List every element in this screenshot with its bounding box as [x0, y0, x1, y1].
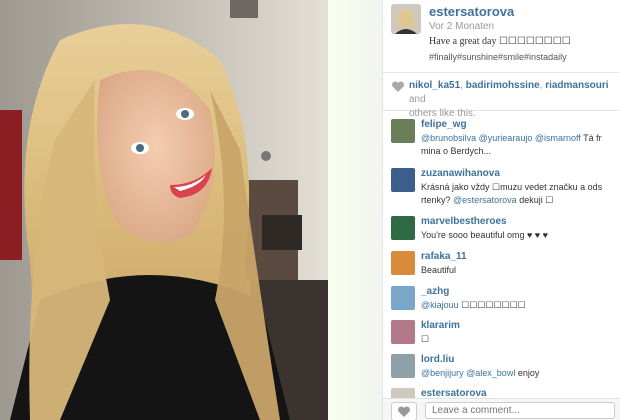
liker-link[interactable]: riadmansouri [545, 80, 608, 91]
comment-avatar[interactable] [391, 216, 415, 240]
post-username[interactable]: estersatorova [429, 4, 514, 19]
comment-text: @kiajouu ☐☐☐☐☐☐☐☐ [421, 299, 620, 312]
comment-username[interactable]: zuzanawihanova [421, 168, 500, 179]
comment-footer [383, 398, 620, 420]
comment-text-tail: enjoy [515, 368, 540, 378]
page-background [328, 0, 382, 420]
post-timestamp[interactable]: Vor 2 Monaten [429, 21, 494, 32]
comment-username[interactable]: lord.liu [421, 354, 454, 365]
comment-avatar[interactable] [391, 320, 415, 344]
comment-text: You're sooo beautiful omg ♥ ♥ ♥ [421, 230, 548, 240]
comment-text-line2: mina o Berdych... [421, 146, 492, 156]
likes-section: nikol_ka51, badirimohssine, riadmansouri… [383, 72, 620, 119]
comment-mention[interactable]: @kiajouu [421, 300, 459, 310]
comment-username[interactable]: rafaka_11 [421, 251, 467, 262]
comment-input[interactable] [425, 402, 615, 419]
comment-text-tail: Tá fr [580, 133, 602, 143]
comment-username[interactable]: felipe_wg [421, 119, 467, 130]
comment-text: @brunobsilva @yuriearaujo @ismarnoff Tá … [421, 132, 620, 158]
like-button[interactable] [391, 402, 417, 420]
comment-text: Krásná jako vždy ☐muzu vedet značku a od… [421, 181, 620, 207]
post-caption: Have a great day ☐☐☐☐☐☐☐☐ [429, 36, 571, 47]
likers-and: and [409, 94, 426, 105]
post-photo[interactable] [0, 0, 328, 420]
avatar[interactable] [391, 4, 421, 34]
post-header: estersatorova Vor 2 Monaten Have a great… [383, 0, 620, 73]
comment-text: @benjijury @alex_bowl enjoy [421, 367, 620, 380]
comment-avatar[interactable] [391, 168, 415, 192]
comment-username[interactable]: klararim [421, 320, 460, 331]
liker-link[interactable]: badirimohssine [466, 80, 540, 91]
comment-avatar[interactable] [391, 119, 415, 143]
comment-text-line2: rtenky? [421, 195, 454, 205]
comment-text: ☐ [421, 334, 430, 344]
post-detail-panel: estersatorova Vor 2 Monaten Have a great… [382, 0, 620, 420]
comment-avatar[interactable] [391, 354, 415, 378]
comment-username[interactable]: marvelbestheroes [421, 216, 507, 227]
comment-text: Beautiful [421, 265, 457, 275]
heart-icon [397, 406, 411, 417]
post-hashtags[interactable]: #finally#sunshine#smile#instadaily [429, 52, 567, 62]
heart-icon [391, 81, 405, 92]
comment-mention[interactable]: @benjijury @alex_bowl [421, 368, 515, 378]
comment-avatar[interactable] [391, 286, 415, 310]
likers-rest: others like this. [409, 108, 476, 119]
likers-text: nikol_ka51, badirimohssine, riadmansouri… [409, 80, 609, 119]
comment-mention[interactable]: @estersatorova [453, 195, 517, 205]
liker-link[interactable]: nikol_ka51 [409, 80, 460, 91]
selfie-image [0, 0, 328, 420]
comment-avatar[interactable] [391, 251, 415, 275]
comment-text-tail: ☐☐☐☐☐☐☐☐ [458, 300, 526, 310]
comment-username[interactable]: _azhg [421, 286, 449, 297]
comment-text-tail: dekuji ☐ [516, 195, 554, 205]
comment-mention[interactable]: @brunobsilva @yuriearaujo @ismarnoff [421, 133, 581, 143]
comment-text-line1: Krásná jako vždy ☐muzu vedet značku a od… [421, 182, 603, 192]
